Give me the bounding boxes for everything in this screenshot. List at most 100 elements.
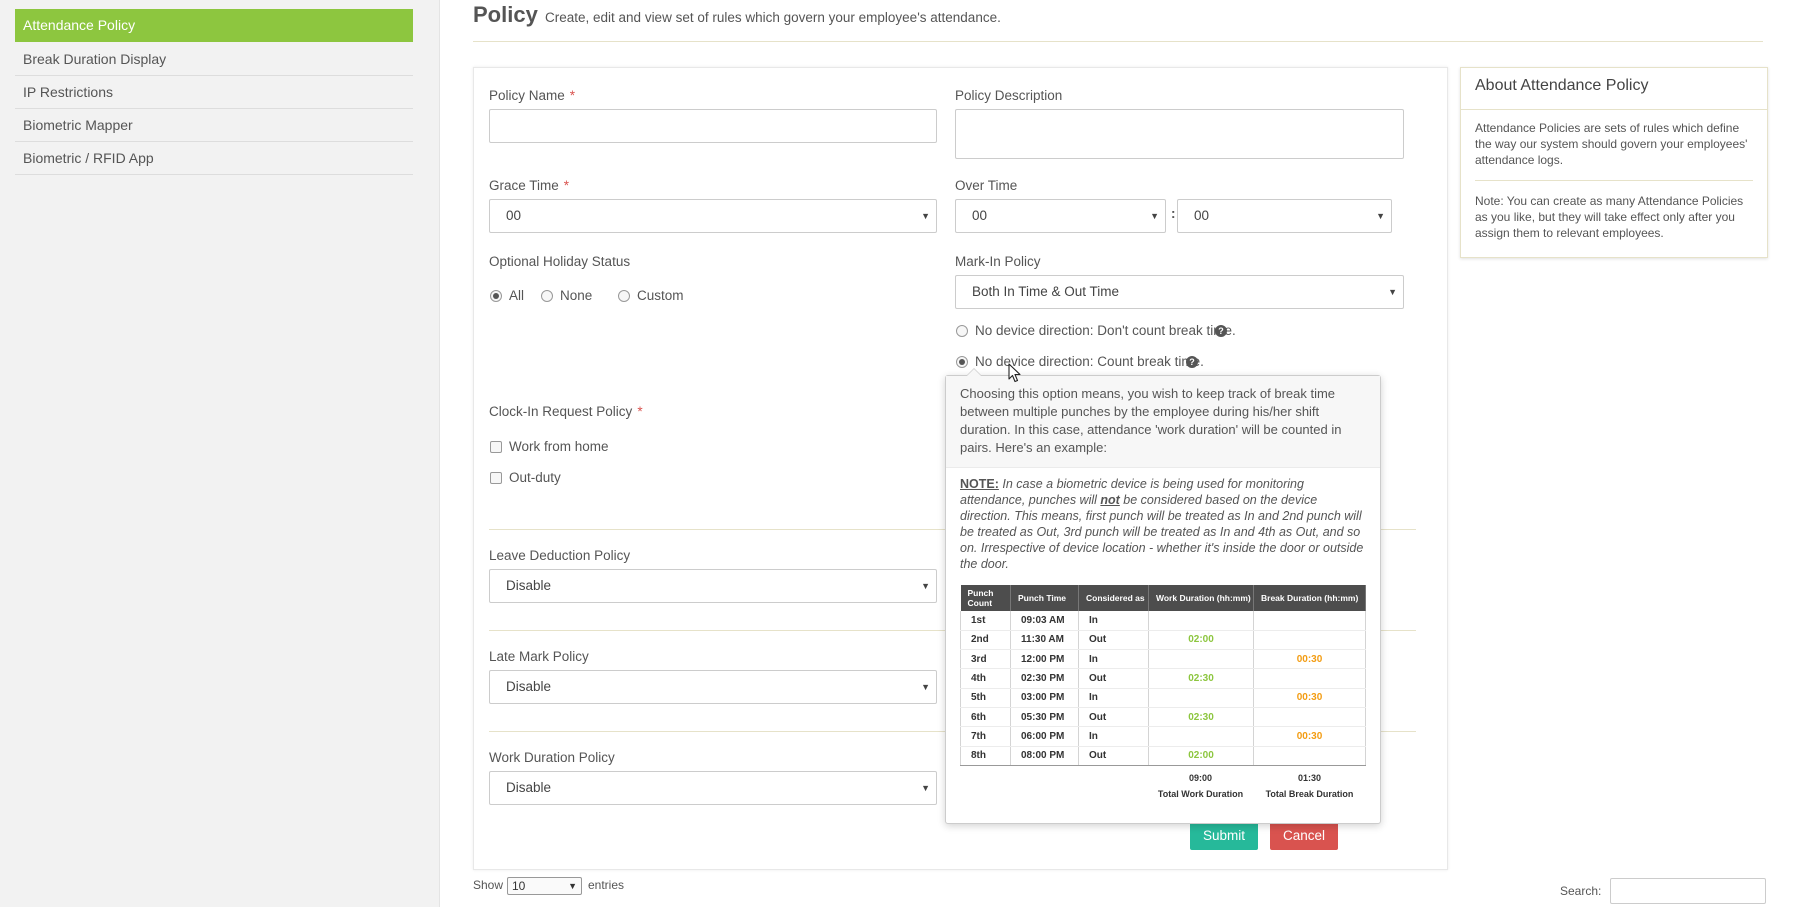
- popover-note: NOTE: In case a biometric device is bein…: [960, 476, 1370, 572]
- grace-time-value: 00: [506, 208, 522, 223]
- table-cell: 06:00 PM: [1010, 726, 1079, 747]
- over-time-minutes-value: 00: [1194, 208, 1210, 223]
- total-work-label: Total Work Duration: [1157, 789, 1244, 799]
- radio-holiday-custom[interactable]: [618, 290, 630, 302]
- popover-intro: Choosing this option means, you wish to …: [946, 376, 1380, 468]
- table-header-row: Punch Count Punch Time Considered as Wor…: [960, 585, 1366, 611]
- table-cell: Out: [1078, 746, 1149, 766]
- table-cell: 6th: [960, 707, 1011, 728]
- table-row: 5th 03:00 PM In 00:30: [960, 688, 1366, 708]
- mark-in-policy-value: Both In Time & Out Time: [972, 284, 1120, 299]
- page-size-select[interactable]: 10 ▼: [507, 877, 582, 895]
- table-cell: Out: [1078, 668, 1149, 689]
- table-cell: [1253, 611, 1366, 631]
- caret-down-icon: ▼: [921, 581, 930, 591]
- leave-deduction-select[interactable]: Disable ▼: [489, 569, 937, 603]
- page-subtitle: Create, edit and view set of rules which…: [545, 10, 1001, 25]
- table-cell: [1253, 746, 1366, 766]
- late-mark-select[interactable]: Disable ▼: [489, 670, 937, 704]
- policy-name-label: Policy Name *: [489, 88, 576, 103]
- table-cell: 7th: [960, 726, 1011, 747]
- table-cell: In: [1078, 611, 1149, 631]
- mark-in-policy-select[interactable]: Both In Time & Out Time ▼: [955, 275, 1404, 309]
- table-cell: In: [1078, 649, 1149, 670]
- submit-button[interactable]: Submit: [1190, 821, 1258, 850]
- checkbox-out-duty[interactable]: [490, 472, 502, 484]
- table-header: Punch Count: [960, 585, 1011, 611]
- leave-deduction-label: Leave Deduction Policy: [489, 548, 631, 563]
- sidebar-item-ip-restrictions[interactable]: IP Restrictions: [15, 76, 413, 109]
- radio-holiday-custom-label: Custom: [637, 288, 684, 303]
- table-cell: 00:30: [1253, 649, 1366, 670]
- policy-name-input[interactable]: [489, 109, 937, 143]
- table-cell: 02:30 PM: [1010, 668, 1079, 689]
- table-cell: 00:30: [1253, 688, 1366, 708]
- punch-example-table: Punch Count Punch Time Considered as Wor…: [960, 585, 1366, 766]
- radio-holiday-all-label: All: [509, 288, 525, 303]
- table-cell: [1148, 649, 1254, 670]
- grace-time-label: Grace Time *: [489, 178, 570, 193]
- optional-holiday-label: Optional Holiday Status: [489, 254, 631, 269]
- table-cell: 09:03 AM: [1010, 611, 1079, 631]
- table-row: 8th 08:00 PM Out 02:00: [960, 746, 1366, 766]
- popover-note-title: NOTE:: [960, 477, 999, 491]
- table-cell: 02:00: [1148, 746, 1254, 766]
- question-circle-icon[interactable]: ?: [1186, 356, 1198, 368]
- table-cell: [1148, 688, 1254, 708]
- required-mark: *: [563, 178, 570, 193]
- caret-down-icon: ▼: [921, 783, 930, 793]
- table-cell: In: [1078, 688, 1149, 708]
- work-duration-label: Work Duration Policy: [489, 750, 615, 765]
- over-time-separator: :: [1171, 206, 1176, 221]
- question-circle-icon[interactable]: ?: [1215, 325, 1227, 337]
- caret-down-icon: ▼: [1376, 211, 1385, 221]
- page-title: Policy: [473, 2, 538, 27]
- over-time-hours-value: 00: [972, 208, 988, 223]
- table-cell: 1st: [960, 611, 1011, 631]
- total-break-label: Total Break Duration: [1265, 789, 1354, 799]
- popover-arrow: [966, 368, 982, 376]
- policy-description-textarea[interactable]: [955, 109, 1404, 159]
- radio-holiday-all[interactable]: [490, 290, 502, 302]
- cancel-button[interactable]: Cancel: [1270, 821, 1338, 850]
- table-row: 1st 09:03 AM In: [960, 611, 1366, 631]
- radio-device-dont-count-break[interactable]: [956, 325, 968, 337]
- caret-down-icon: ▼: [568, 881, 577, 891]
- table-cell: [1148, 611, 1254, 631]
- caret-down-icon: ▼: [1388, 287, 1397, 297]
- table-cell: [1253, 707, 1366, 728]
- sidebar-item-biometric-mapper[interactable]: Biometric Mapper: [15, 109, 413, 142]
- sidebar-item-attendance-policy[interactable]: Attendance Policy: [15, 9, 413, 42]
- table-cell: 5th: [960, 688, 1011, 708]
- policy-form-panel: Policy Name * Policy Description Grace Ti…: [473, 67, 1448, 870]
- table-header: Punch Time: [1010, 585, 1079, 611]
- clock-in-request-label: Clock-In Request Policy *: [489, 404, 643, 419]
- radio-holiday-none[interactable]: [541, 290, 553, 302]
- over-time-label: Over Time: [955, 178, 1018, 193]
- radio-device-count-break[interactable]: [956, 356, 968, 368]
- main-content: Policy Create, edit and view set of rule…: [440, 0, 1795, 907]
- table-cell: 12:00 PM: [1010, 649, 1079, 670]
- over-time-hours-select[interactable]: 00 ▼: [955, 199, 1166, 233]
- table-header: Work Duration (hh:mm): [1148, 585, 1254, 611]
- search-input[interactable]: [1610, 878, 1766, 904]
- over-time-minutes-select[interactable]: 00 ▼: [1177, 199, 1392, 233]
- table-cell: 05:30 PM: [1010, 707, 1079, 728]
- work-duration-select[interactable]: Disable ▼: [489, 771, 937, 805]
- table-cell: 08:00 PM: [1010, 746, 1079, 766]
- total-break-value: 01:30: [1297, 773, 1322, 783]
- sidebar-item-biometric-rfid-app[interactable]: Biometric / RFID App: [15, 142, 413, 175]
- radio-holiday-none-label: None: [560, 288, 593, 303]
- sidebar-item-break-duration-display[interactable]: Break Duration Display: [15, 43, 413, 76]
- checkbox-work-from-home[interactable]: [490, 441, 502, 453]
- about-title: About Attendance Policy: [1475, 77, 1649, 94]
- table-cell: 02:30: [1148, 668, 1254, 689]
- table-row: 2nd 11:30 AM Out 02:00: [960, 630, 1366, 651]
- caret-down-icon: ▼: [921, 682, 930, 692]
- work-duration-value: Disable: [506, 780, 552, 795]
- table-cell: [1253, 668, 1366, 689]
- about-description: Attendance Policies are sets of rules wh…: [1475, 121, 1748, 167]
- grace-time-select[interactable]: 00 ▼: [489, 199, 937, 233]
- policy-description-label: Policy Description: [955, 88, 1063, 103]
- sidebar: Attendance Policy Break Duration Display…: [0, 0, 440, 907]
